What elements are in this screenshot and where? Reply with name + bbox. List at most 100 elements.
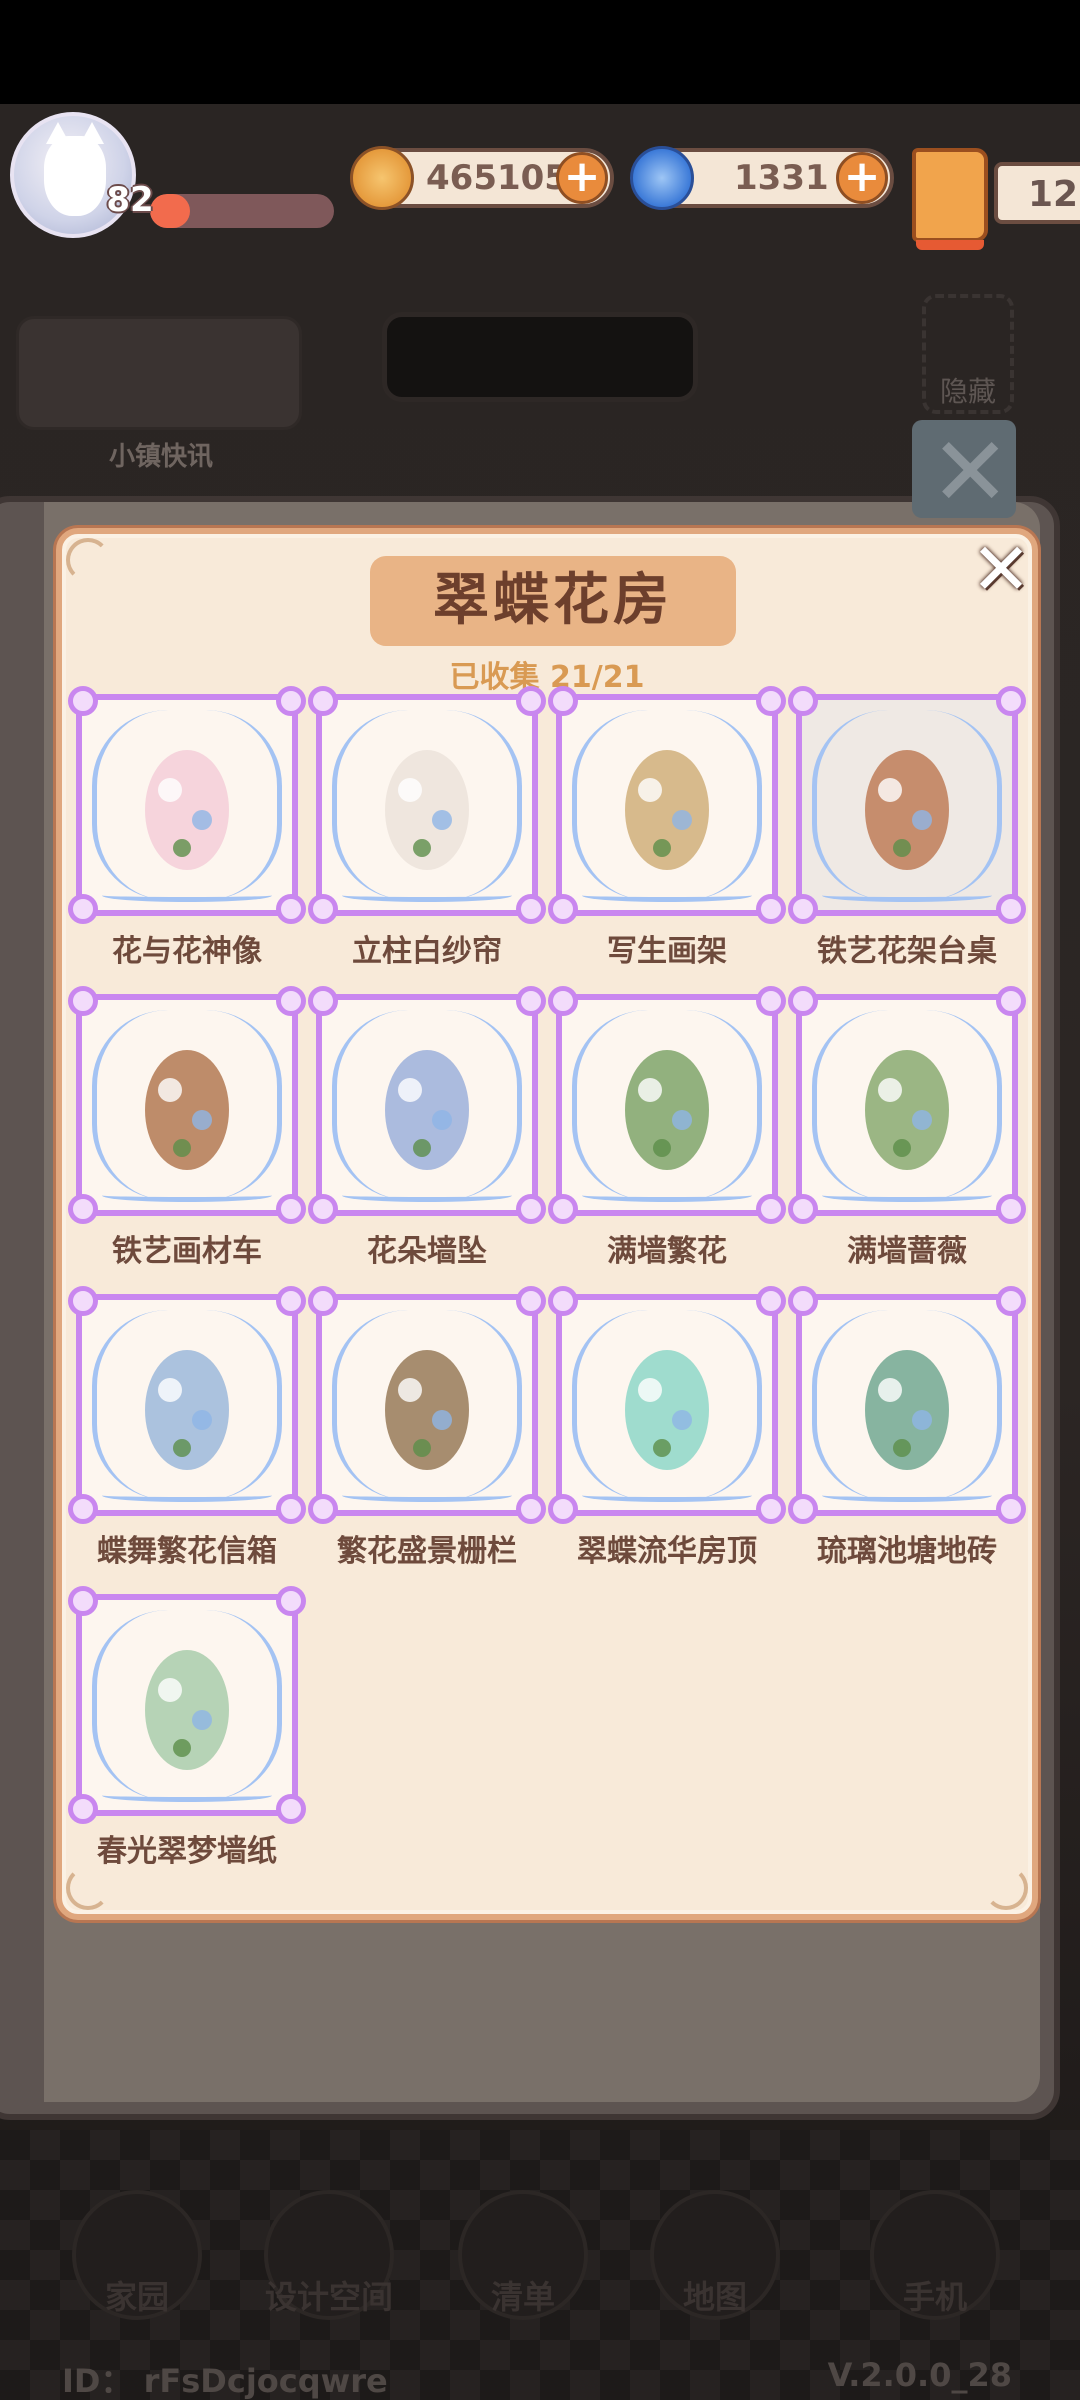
book-value: 125: [1028, 174, 1080, 215]
corner-ornament: [66, 1866, 110, 1910]
ribbon-bow-icon: [548, 986, 578, 1016]
ribbon-bow-icon: [548, 686, 578, 716]
ribbon-bow-icon: [276, 1494, 306, 1524]
spring-dream-wallpaper-icon: [122, 1620, 252, 1790]
ribbon-bow-icon: [756, 986, 786, 1016]
collection-progress: 已收集 21/21: [449, 660, 645, 695]
sketch-easel-icon: [602, 720, 732, 890]
item-card[interactable]: [68, 986, 306, 1224]
cat-avatar-icon: [44, 122, 106, 216]
ribbon-bow-icon: [276, 1794, 306, 1824]
item-card[interactable]: [788, 1286, 1026, 1524]
add-coins-button[interactable]: +: [556, 152, 608, 204]
xp-bar: [150, 194, 334, 228]
butterfly-flower-mailbox-icon: [122, 1320, 252, 1490]
ribbon-bow-icon: [308, 894, 338, 924]
item-label: 铁艺花架台桌: [817, 934, 997, 969]
item-label: 春光翠梦墙纸: [97, 1834, 277, 1869]
ribbon-bow-icon: [68, 1286, 98, 1316]
level-badge: 82: [106, 180, 154, 220]
nav-phone-label: 手机: [902, 2278, 967, 2316]
add-gems-button[interactable]: +: [836, 152, 888, 204]
ribbon-bow-icon: [756, 1494, 786, 1524]
nav-map-label: 地图: [682, 2278, 747, 2316]
corner-ornament: [66, 538, 110, 582]
item-label: 翠蝶流华房顶: [577, 1534, 757, 1569]
glass-pond-floor-tile-icon: [842, 1320, 972, 1490]
album-close-button[interactable]: ✕: [912, 416, 1016, 528]
hide-button[interactable]: 隐藏: [922, 294, 1014, 414]
item-label: 立柱白纱帘: [352, 934, 502, 969]
ribbon-bow-icon: [996, 1286, 1026, 1316]
gem-value: 1331: [734, 158, 829, 198]
ribbon-bow-icon: [276, 986, 306, 1016]
blooming-fence-icon: [362, 1320, 492, 1490]
ribbon-bow-icon: [996, 1494, 1026, 1524]
item-card[interactable]: [68, 1586, 306, 1824]
ribbon-bow-icon: [788, 1194, 818, 1224]
panel-title: 翠蝶花房: [370, 556, 736, 646]
ribbon-bow-icon: [548, 894, 578, 924]
butterfly-roof-icon: [602, 1320, 732, 1490]
ribbon-bow-icon: [548, 1286, 578, 1316]
scene-placeholder-box: [382, 312, 698, 402]
ribbon-bow-icon: [516, 1194, 546, 1224]
nav-home[interactable]: 家园: [62, 2190, 212, 2340]
ribbon-bow-icon: [996, 894, 1026, 924]
nav-map[interactable]: 地图: [640, 2190, 790, 2340]
book-icon[interactable]: [912, 148, 988, 250]
item-card[interactable]: [788, 986, 1026, 1224]
iron-art-supply-cart-icon: [122, 1020, 252, 1190]
item-label: 繁花盛景栅栏: [337, 1534, 517, 1569]
book-counter: 125: [994, 162, 1080, 224]
panel-close-button[interactable]: ✕: [968, 533, 1034, 605]
nav-design[interactable]: 设计空间: [254, 2190, 404, 2340]
close-icon: ✕: [930, 416, 1011, 528]
collection-panel: 翠蝶花房 ✕ 已收集 21/21 花与花神像 立柱白纱帘 写生画架 铁艺花架台桌 铁艺画…: [56, 528, 1038, 1920]
ribbon-bow-icon: [276, 1194, 306, 1224]
ribbon-bow-icon: [788, 986, 818, 1016]
ribbon-bow-icon: [756, 894, 786, 924]
ribbon-bow-icon: [276, 686, 306, 716]
ribbon-bow-icon: [68, 986, 98, 1016]
ribbon-bow-icon: [516, 986, 546, 1016]
ribbon-bow-icon: [996, 1194, 1026, 1224]
ribbon-bow-icon: [308, 1286, 338, 1316]
ribbon-bow-icon: [68, 894, 98, 924]
ribbon-bow-icon: [788, 686, 818, 716]
nav-home-label: 家园: [104, 2278, 169, 2316]
nav-phone[interactable]: 手机: [860, 2190, 1010, 2340]
item-card[interactable]: [308, 1286, 546, 1524]
ribbon-bow-icon: [276, 1586, 306, 1616]
item-card[interactable]: [308, 686, 546, 924]
ribbon-bow-icon: [548, 1194, 578, 1224]
ribbon-bow-icon: [308, 1194, 338, 1224]
nav-list[interactable]: 清单: [448, 2190, 598, 2340]
item-card[interactable]: [68, 1286, 306, 1524]
bottom-nav: 家园 设计空间 清单 地图 手机: [0, 2160, 1080, 2340]
ribbon-bow-icon: [996, 686, 1026, 716]
ribbon-bow-icon: [996, 986, 1026, 1016]
ribbon-bow-icon: [308, 1494, 338, 1524]
ribbon-bow-icon: [276, 894, 306, 924]
item-card[interactable]: [548, 686, 786, 924]
news-label: 小镇快讯: [108, 442, 213, 472]
ribbon-bow-icon: [516, 1286, 546, 1316]
version-label: V.2.0.0_28: [827, 2356, 1012, 2394]
wall-of-flowers-icon: [602, 1020, 732, 1190]
ribbon-bow-icon: [516, 894, 546, 924]
item-card[interactable]: [548, 986, 786, 1224]
spiral-gem-icon: [630, 146, 694, 210]
coin-counter: 465105 +: [350, 146, 614, 210]
coin-icon: [350, 146, 414, 210]
ribbon-bow-icon: [308, 986, 338, 1016]
item-card[interactable]: [548, 1286, 786, 1524]
gem-counter: 1331 +: [630, 146, 894, 210]
news-card[interactable]: [16, 316, 302, 430]
item-card[interactable]: [68, 686, 306, 924]
item-card[interactable]: [308, 986, 546, 1224]
item-label: 蝶舞繁花信箱: [97, 1534, 277, 1569]
ribbon-bow-icon: [756, 1194, 786, 1224]
item-label: 花与花神像: [112, 934, 262, 969]
item-card[interactable]: [788, 686, 1026, 924]
